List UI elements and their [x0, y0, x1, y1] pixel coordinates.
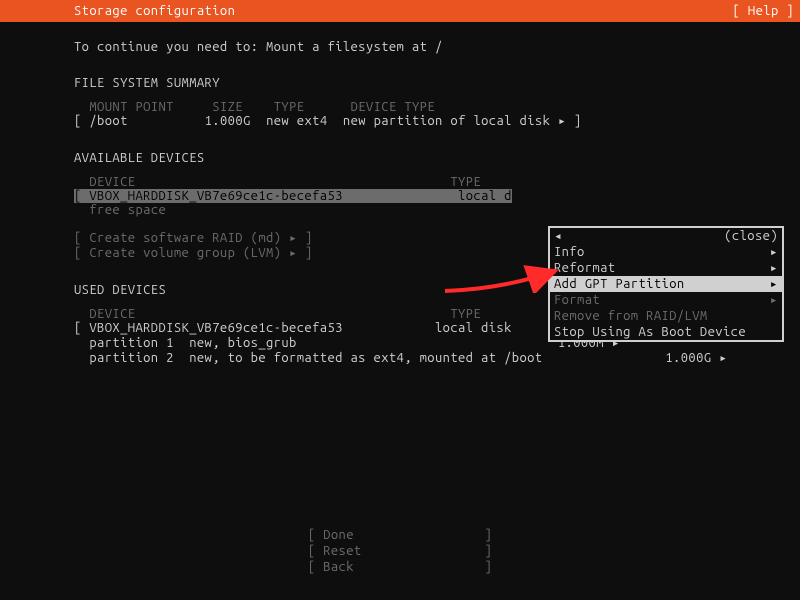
footer-actions: [ Done ] [ Reset ] [ Back ] — [0, 527, 800, 575]
menu-item-info[interactable]: Info ▸ — [550, 244, 782, 260]
menu-item-label: Format — [554, 292, 600, 308]
menu-item-remove-from-raid-lvm: Remove from RAID/LVM — [550, 308, 782, 324]
done-button[interactable]: [ Done ] — [0, 527, 800, 543]
used-row[interactable]: partition 2 new, to be formatted as ext4… — [74, 351, 800, 366]
back-button[interactable]: [ Back ] — [0, 559, 800, 575]
file-system-summary: FILE SYSTEM SUMMARY MOUNT POINT SIZE TYP… — [74, 76, 800, 129]
menu-item-label: Add GPT Partition — [554, 276, 685, 292]
fss-heading: FILE SYSTEM SUMMARY — [74, 76, 800, 90]
menu-item-stop-using-as-boot-device[interactable]: Stop Using As Boot Device — [550, 324, 782, 340]
menu-item-label: Info — [554, 244, 585, 260]
chevron-right-icon: ▸ — [770, 292, 778, 308]
page-title: Storage configuration — [74, 0, 235, 22]
menu-item-format: Format ▸ — [550, 292, 782, 308]
chevron-right-icon: ▸ — [770, 260, 778, 276]
chevron-right-icon: ▸ — [770, 276, 778, 292]
menu-item-reformat[interactable]: Reformat ▸ — [550, 260, 782, 276]
fss-columns: MOUNT POINT SIZE TYPE DEVICE TYPE — [74, 100, 800, 114]
help-button[interactable]: [ Help ] — [733, 0, 794, 22]
menu-item-add-gpt-partition[interactable]: Add GPT Partition ▸ — [550, 276, 782, 292]
fss-row[interactable]: [ /boot 1.000G new ext4 new partition of… — [74, 114, 800, 129]
avail-heading: AVAILABLE DEVICES — [74, 151, 800, 165]
chevron-right-icon: ▸ — [770, 244, 778, 260]
menu-item-label: Reformat — [554, 260, 615, 276]
avail-device-row[interactable]: [ VBOX_HARDDISK_VB7e69ce1c-becefa53 loca… — [74, 189, 800, 203]
menu-close[interactable]: ◂(close) — [550, 228, 782, 244]
title-bar: Storage configuration [ Help ] — [0, 0, 800, 22]
chevron-left-icon: ◂ — [554, 228, 562, 244]
device-context-menu: ◂(close) Info▸Reformat▸Add GPT Partition… — [548, 226, 784, 342]
instruction-text: To continue you need to: Mount a filesys… — [74, 40, 800, 54]
reset-button[interactable]: [ Reset ] — [0, 543, 800, 559]
avail-columns: DEVICE TYPE — [74, 175, 800, 189]
menu-item-label: Stop Using As Boot Device — [554, 324, 746, 340]
avail-free-space[interactable]: free space — [74, 203, 800, 217]
menu-item-label: Remove from RAID/LVM — [554, 308, 708, 324]
